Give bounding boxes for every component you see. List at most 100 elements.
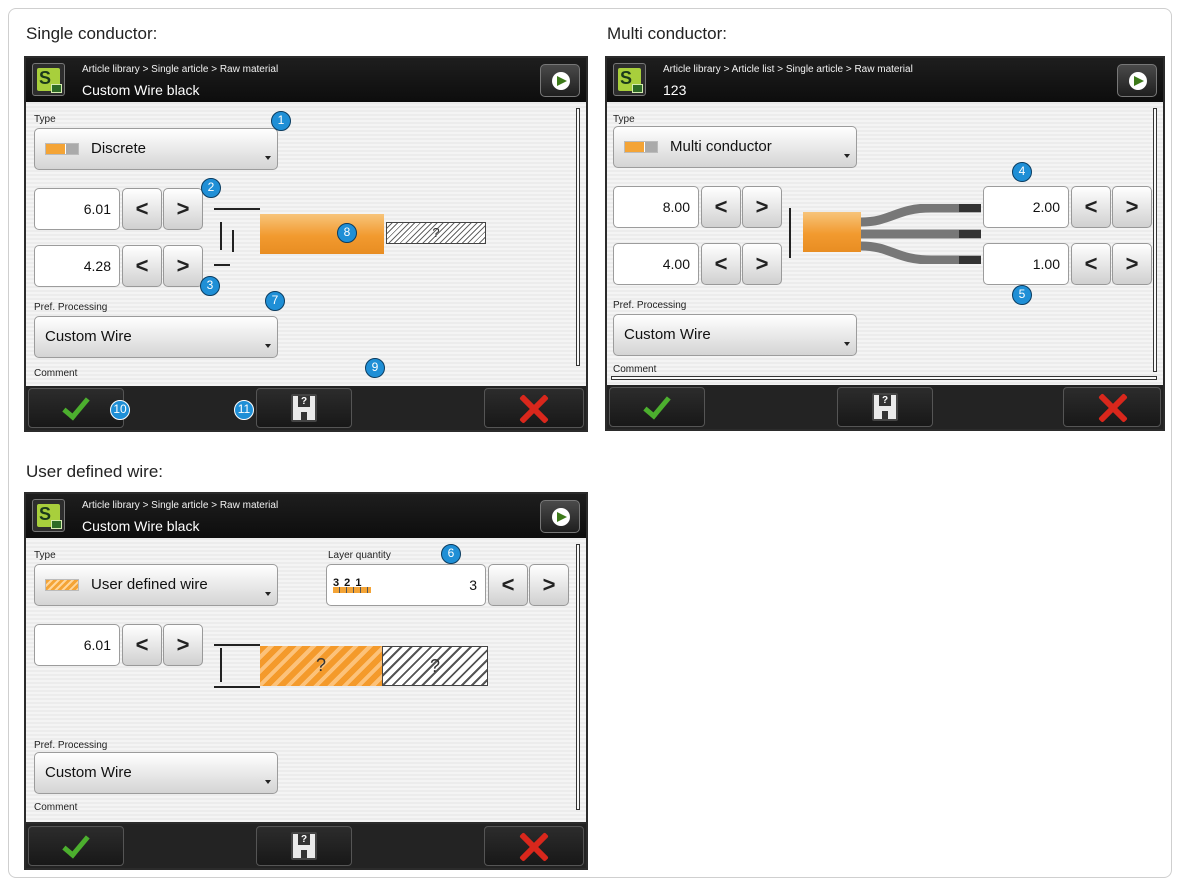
callout-badge: 4 [1012, 162, 1032, 182]
app-logo-icon[interactable]: S [32, 499, 65, 532]
pref-processing-select[interactable]: Custom Wire [34, 752, 278, 794]
callout-badge: 3 [200, 276, 220, 296]
scrollbar[interactable] [1153, 108, 1157, 372]
outer-increase-button[interactable]: > [742, 186, 782, 228]
inner-decrease-button[interactable]: < [701, 243, 741, 285]
callout-badge: 10 [110, 400, 130, 420]
cancel-button[interactable] [1063, 387, 1161, 427]
app-logo-icon[interactable]: S [613, 63, 646, 96]
inner-decrease-button[interactable]: < [122, 245, 162, 287]
cancel-button[interactable] [484, 826, 584, 866]
pref-processing-label: Pref. Processing [34, 740, 108, 751]
confirm-button[interactable] [28, 826, 124, 866]
type-select[interactable]: Multi conductor [613, 126, 857, 168]
header: S Article library > Single article > Raw… [26, 494, 586, 538]
outer-diameter-input[interactable]: 6.01 [34, 624, 120, 666]
floppy-disk-icon [291, 832, 317, 860]
horizontal-scrollbar[interactable] [611, 376, 1157, 380]
checkmark-icon [643, 390, 671, 420]
scrollbar[interactable] [576, 108, 580, 366]
discrete-wire-icon [45, 143, 79, 156]
inner-diameter-input[interactable]: 4.28 [34, 245, 120, 287]
outer-diameter-input[interactable]: 8.00 [613, 186, 699, 228]
callout-badge: 6 [441, 544, 461, 564]
checkmark-icon [62, 391, 90, 421]
caption-multi: Multi conductor: [607, 24, 727, 43]
cancel-button[interactable] [484, 388, 584, 428]
dimension-line [220, 222, 222, 250]
layer-quantity-value: 3 [469, 577, 477, 593]
save-button[interactable] [837, 387, 933, 427]
dimension-line [214, 686, 260, 688]
layer-1-section: ? [260, 646, 382, 686]
callout-badge: 2 [201, 178, 221, 198]
inner-increase-button[interactable]: > [163, 245, 203, 287]
arrow-right-icon[interactable] [1117, 64, 1157, 97]
pref-processing-label: Pref. Processing [34, 302, 108, 313]
dimension-line [214, 264, 230, 266]
dimension-line [220, 648, 222, 682]
checkmark-icon [62, 829, 90, 859]
arrow-right-icon[interactable] [540, 64, 580, 97]
caption-user: User defined wire: [26, 462, 164, 481]
close-icon [1098, 393, 1128, 423]
conductor-inner-input[interactable]: 1.00 [983, 243, 1069, 285]
conductor-outer-increase-button[interactable]: > [1112, 186, 1152, 228]
close-icon [519, 832, 549, 862]
breadcrumb[interactable]: Article library > Article list > Single … [663, 64, 913, 75]
user-wire-icon [45, 579, 79, 592]
dimension-line [232, 230, 234, 252]
footer-toolbar [26, 824, 586, 868]
close-icon [519, 394, 549, 424]
pref-processing-select[interactable]: Custom Wire [613, 314, 857, 356]
breadcrumb[interactable]: Article library > Single article > Raw m… [82, 500, 278, 511]
window-title: Custom Wire black [82, 518, 200, 534]
type-label: Type [613, 114, 635, 125]
floppy-disk-icon [872, 393, 898, 421]
outer-decrease-button[interactable]: < [122, 188, 162, 230]
outer-decrease-button[interactable]: < [122, 624, 162, 666]
layer-quantity-input[interactable]: 3 2 1 3 [326, 564, 486, 606]
layer-decrease-button[interactable]: < [488, 564, 528, 606]
inner-diameter-input[interactable]: 4.00 [613, 243, 699, 285]
callout-badge: 11 [234, 400, 254, 420]
callout-badge: 7 [265, 291, 285, 311]
layer-icon-digits: 3 2 1 [333, 577, 363, 589]
layer-quantity-label: Layer quantity [328, 550, 391, 561]
type-label: Type [34, 550, 56, 561]
save-button[interactable] [256, 388, 352, 428]
dimension-line [789, 208, 791, 258]
breadcrumb[interactable]: Article library > Single article > Raw m… [82, 64, 278, 75]
outer-diameter-input[interactable]: 6.01 [34, 188, 120, 230]
conductor-inner-increase-button[interactable]: > [1112, 243, 1152, 285]
conductor-outer-input[interactable]: 2.00 [983, 186, 1069, 228]
inner-increase-button[interactable]: > [742, 243, 782, 285]
type-select[interactable]: Discrete [34, 128, 278, 170]
cable-illustration [803, 212, 861, 252]
unknown-section: ? [386, 222, 486, 244]
conductor-strands-illustration [861, 204, 981, 264]
type-select[interactable]: User defined wire [34, 564, 278, 606]
confirm-button[interactable] [609, 387, 705, 427]
form-body: Type Multi conductor 8.00 < > 4.00 < > 2… [607, 102, 1163, 386]
callout-badge: 1 [271, 111, 291, 131]
callout-badge: 9 [365, 358, 385, 378]
screen-multi-conductor: S Article library > Article list > Singl… [605, 56, 1165, 431]
header: S Article library > Article list > Singl… [607, 58, 1163, 102]
dimension-line [214, 208, 260, 210]
type-label: Type [34, 114, 56, 125]
type-select-value: Multi conductor [670, 138, 772, 155]
arrow-right-icon[interactable] [540, 500, 580, 533]
pref-processing-select[interactable]: Custom Wire [34, 316, 278, 358]
outer-decrease-button[interactable]: < [701, 186, 741, 228]
screen-user-defined-wire: S Article library > Single article > Raw… [24, 492, 588, 870]
layer-increase-button[interactable]: > [529, 564, 569, 606]
outer-increase-button[interactable]: > [163, 188, 203, 230]
outer-increase-button[interactable]: > [163, 624, 203, 666]
header: S Article library > Single article > Raw… [26, 58, 586, 102]
save-button[interactable] [256, 826, 352, 866]
scrollbar[interactable] [576, 544, 580, 810]
conductor-outer-decrease-button[interactable]: < [1071, 186, 1111, 228]
app-logo-icon[interactable]: S [32, 63, 65, 96]
conductor-inner-decrease-button[interactable]: < [1071, 243, 1111, 285]
